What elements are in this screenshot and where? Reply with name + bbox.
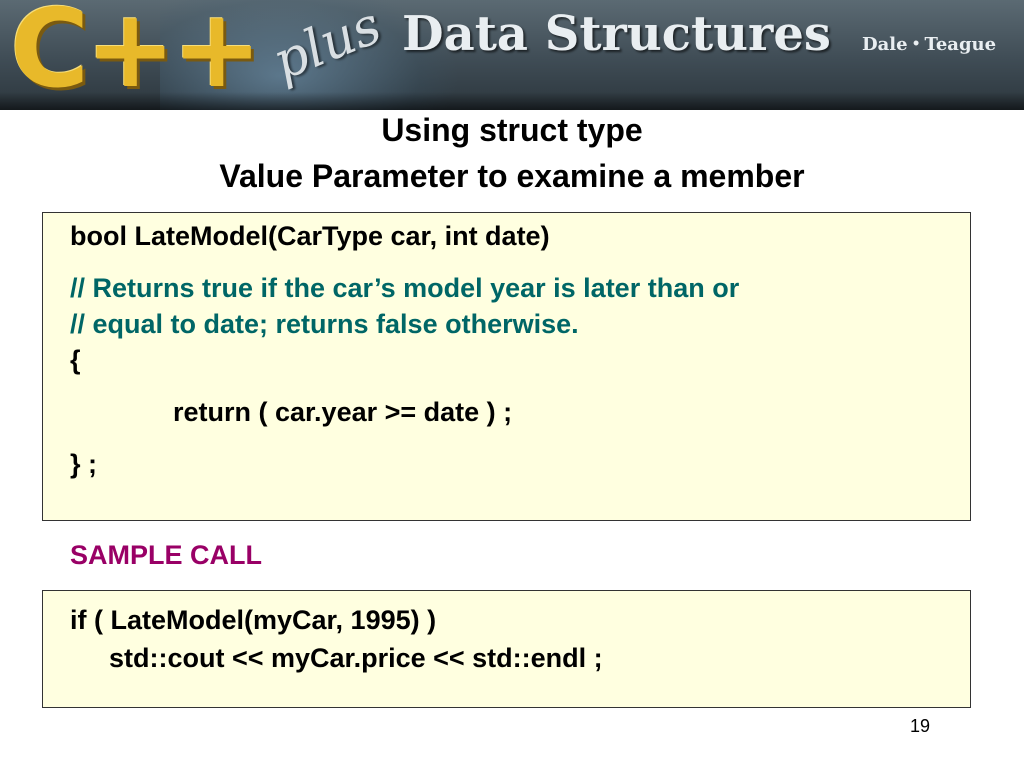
sample-line-2: std::cout << myCar.price << std::endl ; — [109, 643, 603, 673]
return-statement: return ( car.year >= date ) ; — [173, 397, 513, 427]
author-teague: Teague — [924, 34, 997, 55]
function-signature: bool LateModel(CarType car, int date) — [70, 221, 550, 251]
author-dale: Dale — [862, 34, 908, 55]
page-number: 19 — [910, 716, 931, 736]
cpp-logo: C++ — [10, 0, 262, 110]
close-brace: } ; — [70, 449, 97, 479]
slide-title-line1: Using struct type — [381, 112, 643, 148]
authors: Dale • Teague — [862, 34, 996, 55]
slide-title-line2: Value Parameter to examine a member — [219, 158, 805, 194]
author-separator: • — [911, 36, 921, 52]
header-banner: C++ plus Data Structures Dale • Teague — [0, 0, 1024, 110]
sample-code-box: if ( LateModel(myCar, 1995) ) std::cout … — [42, 590, 971, 708]
function-code-box: bool LateModel(CarType car, int date) //… — [42, 212, 971, 521]
book-title: Data Structures — [402, 6, 831, 62]
open-brace: { — [70, 345, 81, 375]
sample-call-label: SAMPLE CALL — [70, 540, 262, 570]
comment-line-1: // Returns true if the car’s model year … — [70, 273, 740, 303]
comment-line-2: // equal to date; returns false otherwis… — [70, 309, 579, 339]
sample-line-1: if ( LateModel(myCar, 1995) ) — [70, 605, 437, 635]
